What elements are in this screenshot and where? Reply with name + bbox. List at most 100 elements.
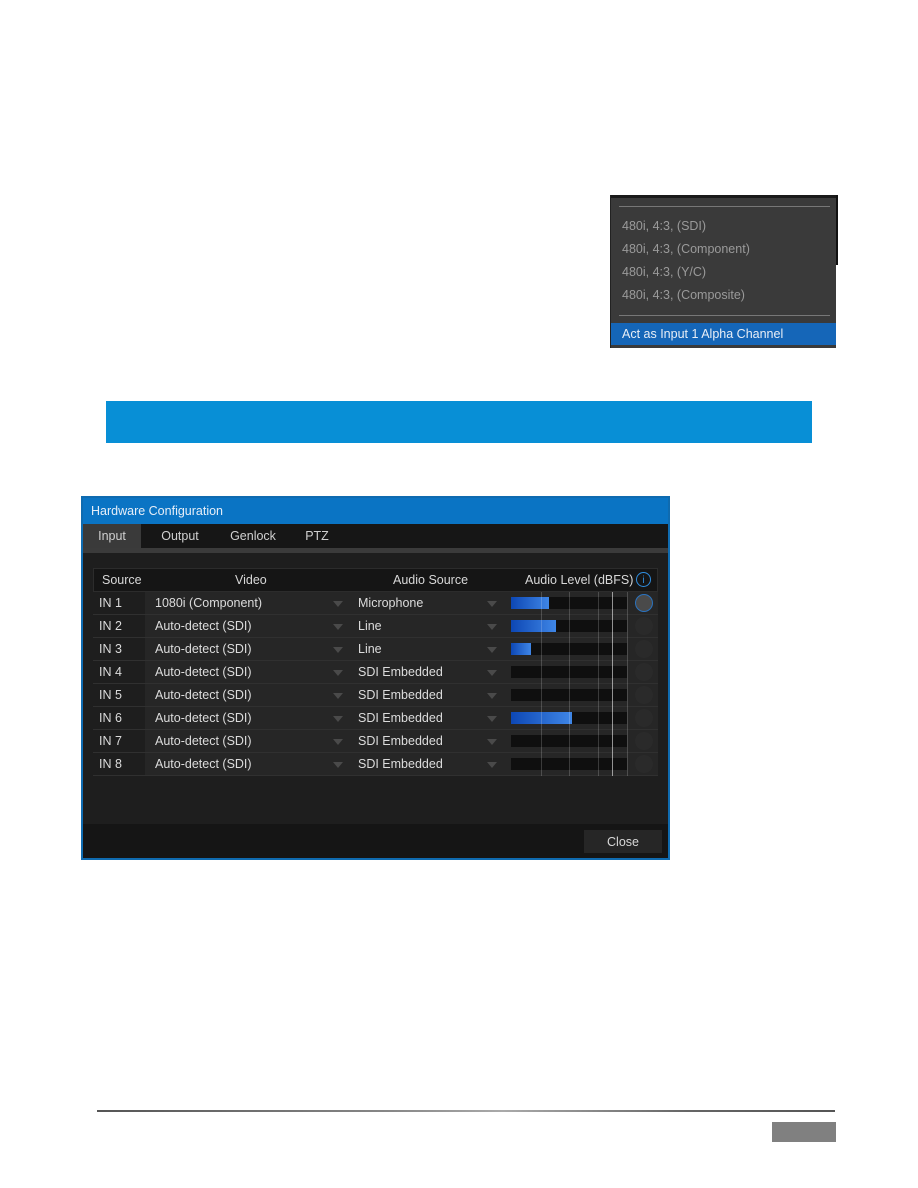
meter-tick [611,684,613,707]
table-row: IN 4 Auto-detect (SDI) SDI Embedded [93,661,658,684]
menu-item-alpha-channel[interactable]: Act as Input 1 Alpha Channel [611,323,836,345]
audio-source-select[interactable]: Line [352,615,505,637]
audio-gain-knob[interactable] [635,709,653,727]
table-row: IN 8 Auto-detect (SDI) SDI Embedded [93,753,658,776]
chevron-down-icon [487,762,497,768]
audio-source-select[interactable]: Microphone [352,592,505,614]
meter-tick [611,592,613,615]
header-source: Source [102,573,142,587]
audio-level-meter [511,592,628,615]
header-audio-level: Audio Level (dBFS) [525,573,634,587]
source-cell: IN 7 [93,730,145,752]
audio-source-value: SDI Embedded [358,734,443,748]
meter-tick [627,661,628,684]
audio-gain-knob[interactable] [635,686,653,704]
source-cell: IN 3 [93,638,145,660]
video-format-select[interactable]: Auto-detect (SDI) [146,730,351,752]
dialog-title: Hardware Configuration [83,498,668,524]
meter-tick [598,661,599,684]
table-row: IN 7 Auto-detect (SDI) SDI Embedded [93,730,658,753]
video-format-value: Auto-detect (SDI) [155,642,252,656]
meter-tick [569,592,570,615]
meter-tick [541,730,543,753]
tab-ptz[interactable]: PTZ [295,524,339,548]
chevron-down-icon [487,624,497,630]
info-icon[interactable]: i [636,572,651,587]
section-banner [106,401,812,443]
meter-tick [541,661,543,684]
meter-tick [541,753,543,776]
meter-tick [598,615,599,638]
meter-tick [627,753,628,776]
table-row: IN 3 Auto-detect (SDI) Line [93,638,658,661]
audio-gain-knob[interactable] [635,663,653,681]
audio-source-value: SDI Embedded [358,688,443,702]
menu-shadow-edge [836,195,838,265]
audio-gain-knob[interactable] [635,594,653,612]
meter-tick [627,615,628,638]
meter-tick [598,730,599,753]
audio-gain-knob[interactable] [635,617,653,635]
menu-item[interactable]: 480i, 4:3, (SDI) [622,219,706,233]
video-format-value: Auto-detect (SDI) [155,619,252,633]
chevron-down-icon [487,716,497,722]
tab-output[interactable]: Output [147,524,213,548]
input-config-table: Source Video Audio Source Audio Level (d… [93,568,658,776]
audio-source-select[interactable]: SDI Embedded [352,730,505,752]
tab-genlock[interactable]: Genlock [221,524,285,548]
video-format-select[interactable]: Auto-detect (SDI) [146,638,351,660]
video-format-select[interactable]: Auto-detect (SDI) [146,707,351,729]
meter-tick [627,638,628,661]
audio-source-select[interactable]: SDI Embedded [352,707,505,729]
menu-item[interactable]: 480i, 4:3, (Y/C) [622,265,706,279]
audio-gain-knob[interactable] [635,640,653,658]
audio-gain-knob[interactable] [635,755,653,773]
table-row: IN 5 Auto-detect (SDI) SDI Embedded [93,684,658,707]
audio-source-select[interactable]: SDI Embedded [352,661,505,683]
source-cell: IN 5 [93,684,145,706]
source-cell: IN 2 [93,615,145,637]
meter-tick [611,730,613,753]
menu-item[interactable]: 480i, 4:3, (Component) [622,242,750,256]
source-cell: IN 8 [93,753,145,775]
header-audio-source: Audio Source [393,573,469,587]
video-format-value: Auto-detect (SDI) [155,665,252,679]
table-body: IN 1 1080i (Component) Microphone IN 2 Auto-… [93,592,658,776]
chevron-down-icon [333,601,343,607]
video-format-select[interactable]: Auto-detect (SDI) [146,661,351,683]
audio-gain-knob[interactable] [635,732,653,750]
tab-input[interactable]: Input [83,524,141,548]
chevron-down-icon [333,670,343,676]
audio-level-meter [511,638,628,661]
chevron-down-icon [487,647,497,653]
audio-level-meter [511,684,628,707]
meter-tick [569,753,570,776]
video-format-value: 1080i (Component) [155,596,263,610]
meter-tick [627,730,628,753]
video-format-select[interactable]: Auto-detect (SDI) [146,753,351,775]
audio-level-fill [511,597,550,609]
chevron-down-icon [333,647,343,653]
close-button[interactable]: Close [584,830,662,853]
chevron-down-icon [487,739,497,745]
meter-tick [611,707,613,730]
hardware-configuration-dialog: Hardware Configuration Input Output Genl… [81,496,670,860]
video-format-value: Auto-detect (SDI) [155,711,252,725]
menu-item[interactable]: 480i, 4:3, (Composite) [622,288,745,302]
audio-level-meter [511,707,628,730]
audio-source-value: SDI Embedded [358,711,443,725]
audio-source-select[interactable]: SDI Embedded [352,684,505,706]
audio-source-select[interactable]: Line [352,638,505,660]
audio-source-select[interactable]: SDI Embedded [352,753,505,775]
tab-strip [83,548,668,553]
chevron-down-icon [487,670,497,676]
meter-tick [569,638,570,661]
video-format-select[interactable]: Auto-detect (SDI) [146,684,351,706]
video-format-value: Auto-detect (SDI) [155,734,252,748]
meter-tick [611,638,613,661]
video-format-select[interactable]: Auto-detect (SDI) [146,615,351,637]
meter-tick [598,638,599,661]
meter-tick [541,592,543,615]
video-format-select[interactable]: 1080i (Component) [146,592,351,614]
chevron-down-icon [333,624,343,630]
